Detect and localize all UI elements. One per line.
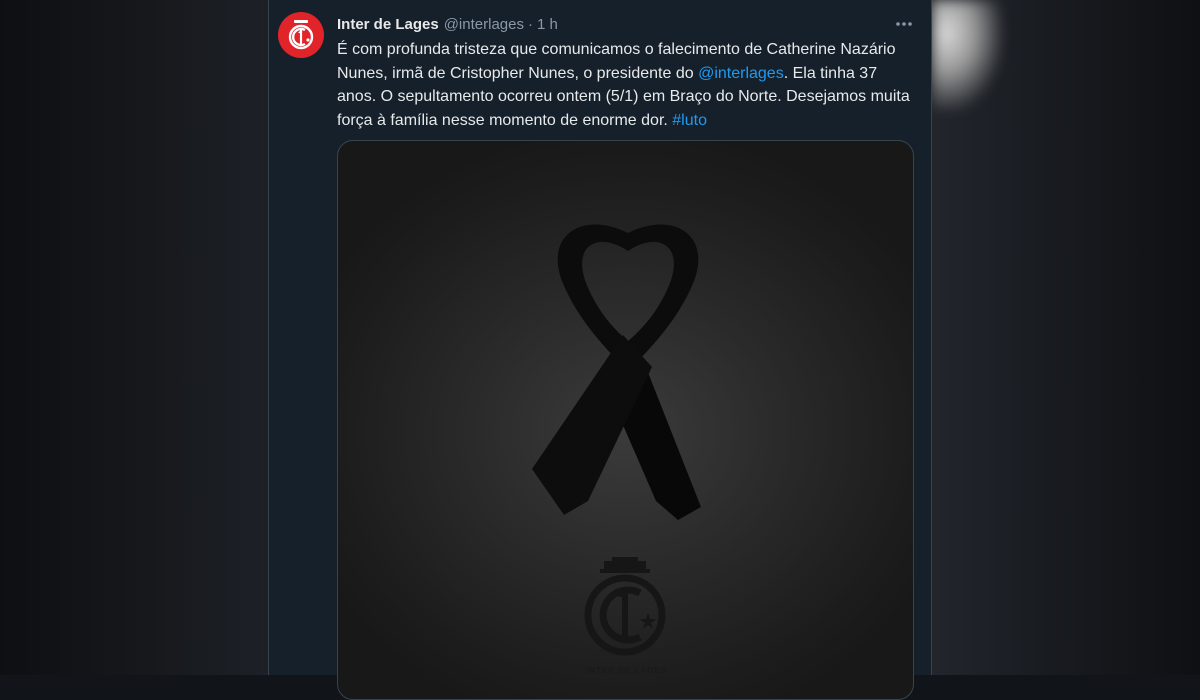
avatar[interactable] xyxy=(278,12,324,58)
background-left xyxy=(0,0,268,675)
mourning-ribbon-icon xyxy=(532,224,701,520)
tweet-header: Inter de Lages @interlages · 1 h xyxy=(337,13,558,35)
club-crest-caption: INTER DE LAGES xyxy=(585,666,668,675)
inter-de-lages-crest-icon xyxy=(288,20,314,50)
hashtag-link[interactable]: #luto xyxy=(672,112,707,129)
author-handle[interactable]: @interlages xyxy=(444,16,524,33)
background-right xyxy=(932,0,1200,675)
more-options-icon xyxy=(896,22,912,26)
mention-link[interactable]: @interlages xyxy=(698,65,784,82)
more-options-button[interactable] xyxy=(892,13,916,35)
tweet-text: É com profunda tristeza que comunicamos … xyxy=(337,38,917,132)
club-crest-icon xyxy=(584,557,666,656)
tweet-timestamp[interactable]: 1 h xyxy=(537,16,558,33)
separator-dot: · xyxy=(527,15,533,33)
background-blur-shape xyxy=(932,0,1002,110)
tweet-media-image[interactable]: INTER DE LAGES xyxy=(337,140,914,700)
author-name[interactable]: Inter de Lages xyxy=(337,16,439,33)
